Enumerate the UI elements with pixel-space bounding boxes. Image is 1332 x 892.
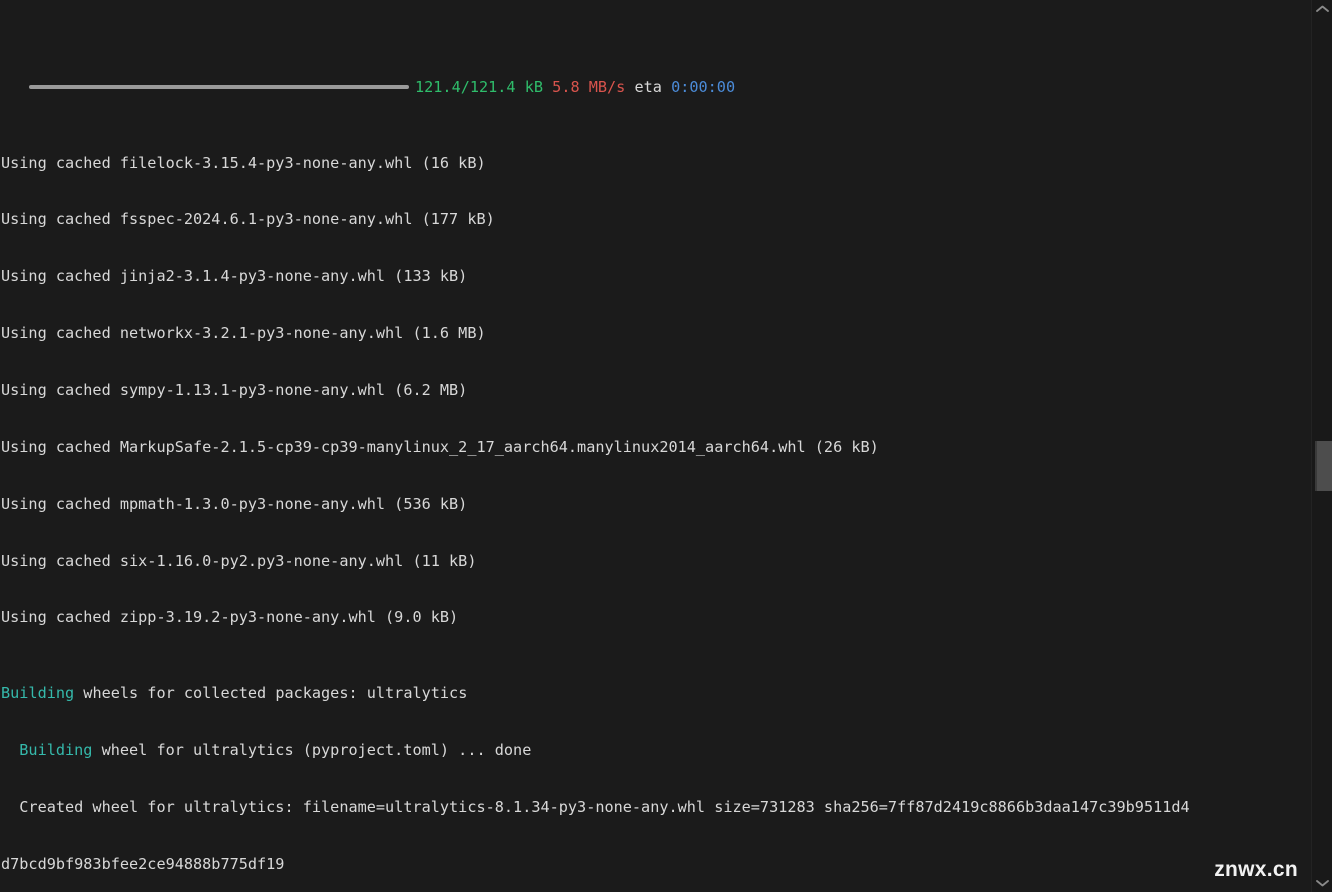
terminal-output[interactable]: 121.4/121.4 kB 5.8 MB/s eta 0:00:00 Usin… <box>0 0 1311 892</box>
log-line: Using cached jinja2-3.1.4-py3-none-any.w… <box>1 267 468 286</box>
log-line-created-wheel-cont: d7bcd9bf983bfee2ce94888b775df19 <box>1 854 285 873</box>
scrollbar-thumb[interactable] <box>1315 441 1332 491</box>
log-line: Using cached sympy-1.13.1-py3-none-any.w… <box>1 380 468 399</box>
log-line: Using cached filelock-3.15.4-py3-none-an… <box>1 153 486 172</box>
download-progress-text: 121.4/121.4 kB 5.8 MB/s eta 0:00:00 <box>415 78 735 97</box>
progress-speed: 5.8 MB/s <box>552 77 626 96</box>
progress-downloaded: 121.4/121.4 kB <box>415 77 544 96</box>
log-line: Using cached MarkupSafe-2.1.5-cp39-cp39-… <box>1 437 879 456</box>
log-line-created-wheel: Created wheel for ultralytics: filename=… <box>1 797 1190 816</box>
download-progress-row: 121.4/121.4 kB 5.8 MB/s eta 0:00:00 <box>1 78 1311 97</box>
vertical-scrollbar[interactable] <box>1311 0 1332 892</box>
progress-eta-value: 0:00:00 <box>671 77 736 96</box>
log-line: Using cached networkx-3.2.1-py3-none-any… <box>1 324 486 343</box>
log-line: Using cached mpmath-1.3.0-py3-none-any.w… <box>1 494 468 513</box>
log-line: Using cached six-1.16.0-py2.py3-none-any… <box>1 551 477 570</box>
scroll-up-arrow-icon[interactable] <box>1312 0 1332 18</box>
log-line-building-wheels: Building wheels for collected packages: … <box>1 684 468 703</box>
scroll-down-arrow-icon[interactable] <box>1312 874 1332 892</box>
download-progress-bar <box>29 84 409 89</box>
log-line-building-wheel: Building wheel for ultralytics (pyprojec… <box>1 741 532 759</box>
progress-eta-label: eta <box>634 77 662 96</box>
log-line: Using cached fsspec-2024.6.1-py3-none-an… <box>1 210 495 229</box>
log-line: Using cached zipp-3.19.2-py3-none-any.wh… <box>1 608 459 627</box>
terminal-window[interactable]: 121.4/121.4 kB 5.8 MB/s eta 0:00:00 Usin… <box>0 0 1332 892</box>
